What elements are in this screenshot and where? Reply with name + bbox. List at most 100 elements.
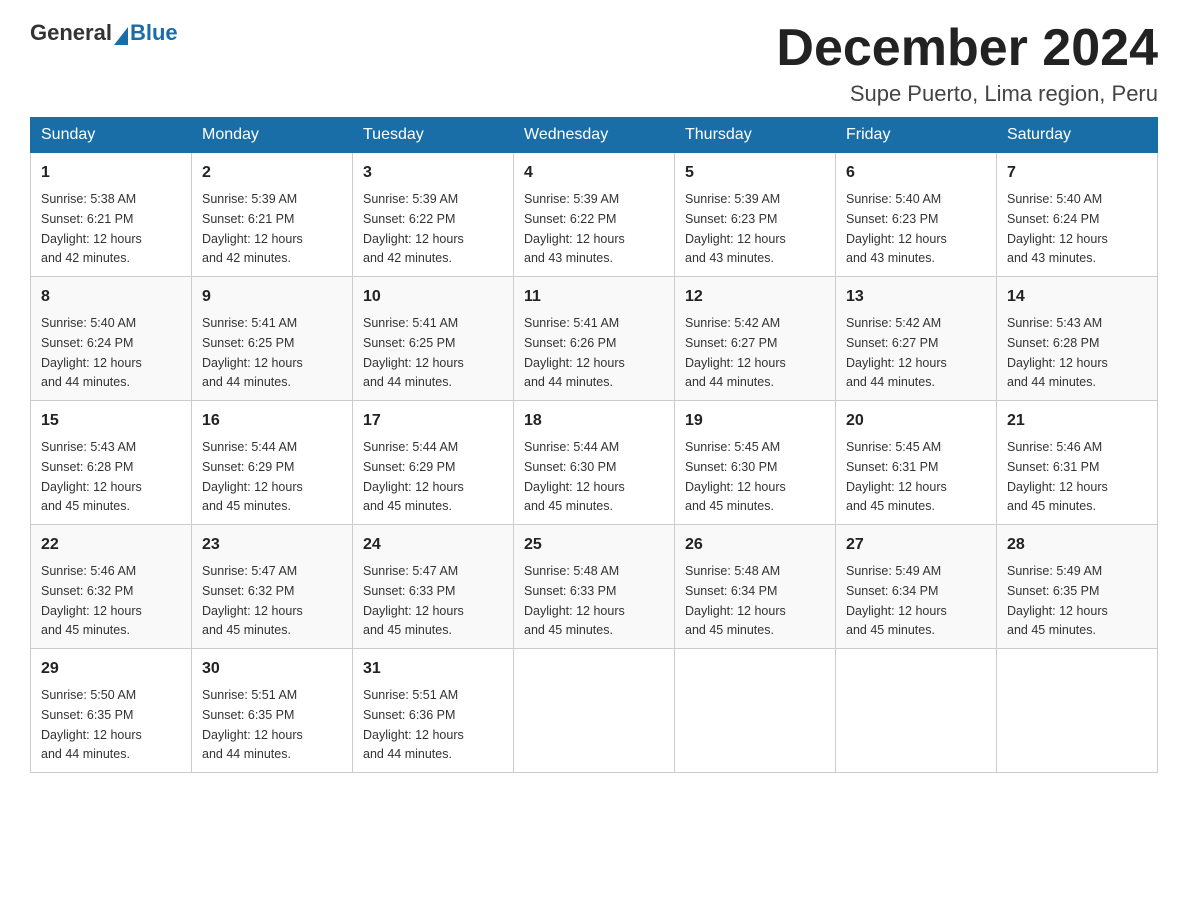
header-friday: Friday: [836, 118, 997, 153]
day-info: Sunrise: 5:46 AM Sunset: 6:31 PM Dayligh…: [1007, 440, 1108, 513]
day-info: Sunrise: 5:38 AM Sunset: 6:21 PM Dayligh…: [41, 192, 142, 265]
logo-blue-text: Blue: [130, 20, 178, 46]
day-number: 2: [202, 161, 342, 185]
day-number: 7: [1007, 161, 1147, 185]
day-info: Sunrise: 5:42 AM Sunset: 6:27 PM Dayligh…: [685, 316, 786, 389]
table-row: 24 Sunrise: 5:47 AM Sunset: 6:33 PM Dayl…: [353, 525, 514, 649]
table-row: 10 Sunrise: 5:41 AM Sunset: 6:25 PM Dayl…: [353, 277, 514, 401]
day-info: Sunrise: 5:43 AM Sunset: 6:28 PM Dayligh…: [41, 440, 142, 513]
header-tuesday: Tuesday: [353, 118, 514, 153]
day-number: 19: [685, 409, 825, 433]
table-row: 15 Sunrise: 5:43 AM Sunset: 6:28 PM Dayl…: [31, 401, 192, 525]
day-number: 12: [685, 285, 825, 309]
day-number: 18: [524, 409, 664, 433]
header-saturday: Saturday: [997, 118, 1158, 153]
table-row: 7 Sunrise: 5:40 AM Sunset: 6:24 PM Dayli…: [997, 153, 1158, 277]
day-number: 10: [363, 285, 503, 309]
day-number: 11: [524, 285, 664, 309]
table-row: 29 Sunrise: 5:50 AM Sunset: 6:35 PM Dayl…: [31, 649, 192, 773]
day-info: Sunrise: 5:48 AM Sunset: 6:33 PM Dayligh…: [524, 564, 625, 637]
day-info: Sunrise: 5:44 AM Sunset: 6:30 PM Dayligh…: [524, 440, 625, 513]
day-info: Sunrise: 5:40 AM Sunset: 6:24 PM Dayligh…: [41, 316, 142, 389]
day-info: Sunrise: 5:39 AM Sunset: 6:21 PM Dayligh…: [202, 192, 303, 265]
day-info: Sunrise: 5:40 AM Sunset: 6:24 PM Dayligh…: [1007, 192, 1108, 265]
day-info: Sunrise: 5:39 AM Sunset: 6:23 PM Dayligh…: [685, 192, 786, 265]
location-subtitle: Supe Puerto, Lima region, Peru: [776, 81, 1158, 107]
day-number: 24: [363, 533, 503, 557]
table-row: 2 Sunrise: 5:39 AM Sunset: 6:21 PM Dayli…: [192, 153, 353, 277]
table-row: 22 Sunrise: 5:46 AM Sunset: 6:32 PM Dayl…: [31, 525, 192, 649]
day-info: Sunrise: 5:51 AM Sunset: 6:36 PM Dayligh…: [363, 688, 464, 761]
day-number: 29: [41, 657, 181, 681]
day-info: Sunrise: 5:49 AM Sunset: 6:35 PM Dayligh…: [1007, 564, 1108, 637]
table-row: 13 Sunrise: 5:42 AM Sunset: 6:27 PM Dayl…: [836, 277, 997, 401]
table-row: 21 Sunrise: 5:46 AM Sunset: 6:31 PM Dayl…: [997, 401, 1158, 525]
table-row: 20 Sunrise: 5:45 AM Sunset: 6:31 PM Dayl…: [836, 401, 997, 525]
day-number: 8: [41, 285, 181, 309]
table-row: 27 Sunrise: 5:49 AM Sunset: 6:34 PM Dayl…: [836, 525, 997, 649]
table-row: 14 Sunrise: 5:43 AM Sunset: 6:28 PM Dayl…: [997, 277, 1158, 401]
table-row: 18 Sunrise: 5:44 AM Sunset: 6:30 PM Dayl…: [514, 401, 675, 525]
table-row: 8 Sunrise: 5:40 AM Sunset: 6:24 PM Dayli…: [31, 277, 192, 401]
day-info: Sunrise: 5:39 AM Sunset: 6:22 PM Dayligh…: [363, 192, 464, 265]
day-number: 15: [41, 409, 181, 433]
table-row: 26 Sunrise: 5:48 AM Sunset: 6:34 PM Dayl…: [675, 525, 836, 649]
table-row: 31 Sunrise: 5:51 AM Sunset: 6:36 PM Dayl…: [353, 649, 514, 773]
day-info: Sunrise: 5:45 AM Sunset: 6:31 PM Dayligh…: [846, 440, 947, 513]
header-monday: Monday: [192, 118, 353, 153]
day-number: 31: [363, 657, 503, 681]
table-row: 19 Sunrise: 5:45 AM Sunset: 6:30 PM Dayl…: [675, 401, 836, 525]
day-number: 14: [1007, 285, 1147, 309]
table-row: 16 Sunrise: 5:44 AM Sunset: 6:29 PM Dayl…: [192, 401, 353, 525]
table-row: 23 Sunrise: 5:47 AM Sunset: 6:32 PM Dayl…: [192, 525, 353, 649]
title-section: December 2024 Supe Puerto, Lima region, …: [776, 20, 1158, 107]
day-number: 16: [202, 409, 342, 433]
calendar-week-1: 1 Sunrise: 5:38 AM Sunset: 6:21 PM Dayli…: [31, 153, 1158, 277]
table-row: 5 Sunrise: 5:39 AM Sunset: 6:23 PM Dayli…: [675, 153, 836, 277]
day-info: Sunrise: 5:39 AM Sunset: 6:22 PM Dayligh…: [524, 192, 625, 265]
header-sunday: Sunday: [31, 118, 192, 153]
day-info: Sunrise: 5:46 AM Sunset: 6:32 PM Dayligh…: [41, 564, 142, 637]
table-row: [836, 649, 997, 773]
day-number: 27: [846, 533, 986, 557]
day-number: 23: [202, 533, 342, 557]
day-info: Sunrise: 5:45 AM Sunset: 6:30 PM Dayligh…: [685, 440, 786, 513]
logo: General Blue: [30, 20, 178, 46]
day-info: Sunrise: 5:47 AM Sunset: 6:33 PM Dayligh…: [363, 564, 464, 637]
day-info: Sunrise: 5:41 AM Sunset: 6:26 PM Dayligh…: [524, 316, 625, 389]
header-wednesday: Wednesday: [514, 118, 675, 153]
day-info: Sunrise: 5:44 AM Sunset: 6:29 PM Dayligh…: [202, 440, 303, 513]
day-number: 6: [846, 161, 986, 185]
day-number: 13: [846, 285, 986, 309]
calendar-week-4: 22 Sunrise: 5:46 AM Sunset: 6:32 PM Dayl…: [31, 525, 1158, 649]
table-row: [997, 649, 1158, 773]
day-info: Sunrise: 5:51 AM Sunset: 6:35 PM Dayligh…: [202, 688, 303, 761]
table-row: 28 Sunrise: 5:49 AM Sunset: 6:35 PM Dayl…: [997, 525, 1158, 649]
day-number: 26: [685, 533, 825, 557]
logo-general-text: General: [30, 20, 112, 46]
day-number: 17: [363, 409, 503, 433]
table-row: 9 Sunrise: 5:41 AM Sunset: 6:25 PM Dayli…: [192, 277, 353, 401]
calendar-week-3: 15 Sunrise: 5:43 AM Sunset: 6:28 PM Dayl…: [31, 401, 1158, 525]
header-thursday: Thursday: [675, 118, 836, 153]
logo-arrow-icon: [114, 27, 128, 45]
day-info: Sunrise: 5:40 AM Sunset: 6:23 PM Dayligh…: [846, 192, 947, 265]
day-number: 5: [685, 161, 825, 185]
day-info: Sunrise: 5:44 AM Sunset: 6:29 PM Dayligh…: [363, 440, 464, 513]
day-info: Sunrise: 5:49 AM Sunset: 6:34 PM Dayligh…: [846, 564, 947, 637]
table-row: 1 Sunrise: 5:38 AM Sunset: 6:21 PM Dayli…: [31, 153, 192, 277]
table-row: 4 Sunrise: 5:39 AM Sunset: 6:22 PM Dayli…: [514, 153, 675, 277]
table-row: 11 Sunrise: 5:41 AM Sunset: 6:26 PM Dayl…: [514, 277, 675, 401]
day-number: 1: [41, 161, 181, 185]
day-number: 22: [41, 533, 181, 557]
calendar-week-2: 8 Sunrise: 5:40 AM Sunset: 6:24 PM Dayli…: [31, 277, 1158, 401]
day-number: 25: [524, 533, 664, 557]
calendar-header-row: Sunday Monday Tuesday Wednesday Thursday…: [31, 118, 1158, 153]
table-row: [514, 649, 675, 773]
day-info: Sunrise: 5:47 AM Sunset: 6:32 PM Dayligh…: [202, 564, 303, 637]
calendar-week-5: 29 Sunrise: 5:50 AM Sunset: 6:35 PM Dayl…: [31, 649, 1158, 773]
table-row: 12 Sunrise: 5:42 AM Sunset: 6:27 PM Dayl…: [675, 277, 836, 401]
day-info: Sunrise: 5:43 AM Sunset: 6:28 PM Dayligh…: [1007, 316, 1108, 389]
day-info: Sunrise: 5:41 AM Sunset: 6:25 PM Dayligh…: [363, 316, 464, 389]
day-number: 3: [363, 161, 503, 185]
